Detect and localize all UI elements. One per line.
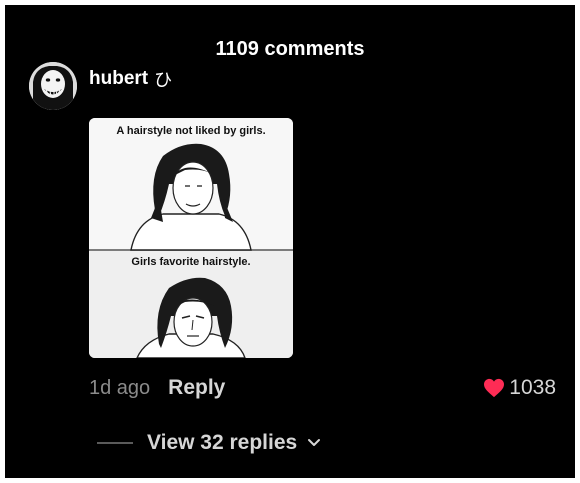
comments-count-title: 1109 comments bbox=[215, 38, 365, 60]
comment-image[interactable]: A hairstyle not liked by girls. Girls fa… bbox=[89, 118, 293, 358]
view-replies-button[interactable]: View 32 replies bbox=[97, 431, 321, 455]
username-suffix: ひ bbox=[154, 70, 173, 90]
like-button[interactable]: 1038 bbox=[483, 376, 556, 400]
chevron-down-icon[interactable] bbox=[307, 438, 321, 448]
image-caption-bottom: Girls favorite hairstyle. bbox=[131, 256, 250, 268]
avatar[interactable] bbox=[29, 62, 77, 110]
comments-panel: 1109 comments hubert ひ A hairstyle not l… bbox=[5, 5, 575, 478]
comment-time: 1d ago bbox=[89, 377, 151, 399]
reply-button[interactable]: Reply bbox=[168, 376, 225, 400]
heart-icon[interactable] bbox=[483, 378, 505, 398]
avatar-face-icon bbox=[29, 62, 77, 110]
view-replies-label[interactable]: View 32 replies bbox=[147, 431, 297, 455]
username[interactable]: hubert bbox=[89, 68, 148, 90]
comment-username-row[interactable]: hubert ひ bbox=[89, 66, 172, 92]
image-caption-top: A hairstyle not liked by girls. bbox=[116, 125, 265, 137]
replies-divider bbox=[97, 442, 133, 444]
meme-image: A hairstyle not liked by girls. Girls fa… bbox=[89, 118, 293, 358]
like-count: 1038 bbox=[509, 376, 556, 399]
comment-meta-row: 1d ago Reply bbox=[89, 376, 225, 400]
